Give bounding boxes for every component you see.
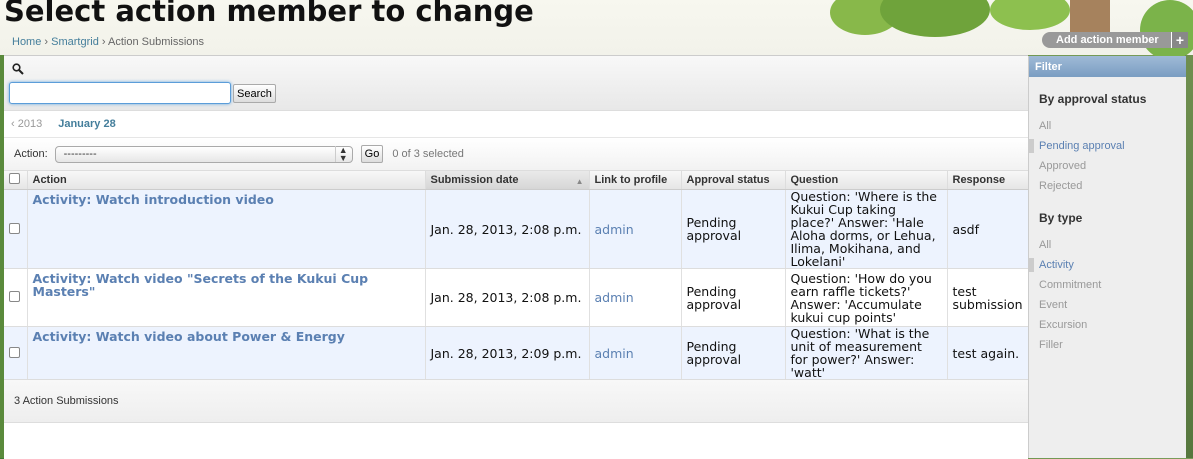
date-cell: Jan. 28, 2013, 2:08 p.m. [425,268,590,327]
date-back-link[interactable]: ‹ 2013 [11,118,42,130]
search-icon [12,63,24,75]
filter-item[interactable]: All [1029,116,1186,136]
column-header[interactable]: Response [947,171,1029,190]
breadcrumb-app[interactable]: Smartgrid [51,36,99,48]
column-header-sorted[interactable]: Submission date ▲ [425,171,590,190]
row-checkbox[interactable] [9,291,20,302]
sort-asc-icon[interactable]: ▲ [576,177,584,186]
column-header[interactable]: Approval status [681,171,786,190]
filter-item-selected[interactable]: Activity [1029,255,1186,275]
action-select-value: --------- [63,148,97,160]
search-toolbar: Search [4,56,1028,111]
breadcrumb-separator: › [44,36,49,48]
filter-item[interactable]: Commitment [1029,275,1186,295]
filter-list-approval: All Pending approval Approved Rejected [1029,116,1186,196]
profile-cell: admin [589,326,682,380]
filter-item[interactable]: Excursion [1029,315,1186,335]
profile-link[interactable]: admin [595,290,634,305]
selection-counter: 0 of 3 selected [392,148,464,160]
date-current: January 28 [58,118,116,130]
decorative-strip [1185,55,1193,458]
response-cell: test again. [947,326,1029,380]
status-cell: Pending approval [681,189,786,269]
filter-item[interactable]: Event [1029,295,1186,315]
status-cell: Pending approval [681,326,786,380]
response-cell: asdf [947,189,1029,269]
date-cell: Jan. 28, 2013, 2:09 p.m. [425,326,590,380]
filter-item[interactable]: Rejected [1029,176,1186,196]
filter-group-heading: By type [1039,211,1083,225]
action-label: Action: [14,148,48,160]
breadcrumb-home[interactable]: Home [12,36,41,48]
add-button-label: Add action member [1056,34,1159,46]
column-header[interactable]: Action [27,171,426,190]
profile-cell: admin [589,268,682,327]
filter-sidebar: Filter By approval status All Pending ap… [1028,56,1186,458]
filter-item[interactable]: All [1029,235,1186,255]
page-title: Select action member to change [4,0,534,28]
filter-title: Filter [1029,56,1186,77]
profile-link[interactable]: admin [595,346,634,361]
action-cell: Activity: Watch introduction video [27,189,426,269]
action-link[interactable]: Activity: Watch introduction video [33,192,274,207]
question-cell: Question: 'What is the unit of measureme… [785,326,948,380]
filter-list-type: All Activity Commitment Event Excursion … [1029,235,1186,355]
row-checkbox[interactable] [9,346,20,358]
table-row: Activity: Watch introduction video Jan. … [4,189,1029,269]
table-row: Activity: Watch video "Secrets of the Ku… [4,268,1029,327]
changelist: Search ‹ 2013 January 28 Action: -------… [4,55,1029,459]
breadcrumb: Home › Smartgrid › Action Submissions [12,36,204,48]
result-count: 3 Action Submissions [4,380,1028,423]
table-header-row: Action Submission date ▲ Link to profile… [4,171,1029,190]
filter-item[interactable]: Filler [1029,335,1186,355]
response-cell: test submission [947,268,1029,327]
select-all-cell [4,171,28,190]
action-link[interactable]: Activity: Watch video about Power & Ener… [33,329,345,344]
action-link[interactable]: Activity: Watch video "Secrets of the Ku… [33,271,369,299]
column-header[interactable]: Question [785,171,948,190]
results-table: Action Submission date ▲ Link to profile… [4,171,1029,380]
profile-cell: admin [589,189,682,269]
go-button[interactable]: Go [360,145,384,163]
breadcrumb-separator: › [101,36,106,48]
action-cell: Activity: Watch video "Secrets of the Ku… [27,268,426,327]
row-select-cell [4,268,28,327]
plus-icon: + [1171,32,1188,48]
add-action-member-button[interactable]: Add action member + [1042,32,1188,48]
filter-group-heading: By approval status [1039,92,1147,106]
column-header[interactable]: Link to profile [589,171,682,190]
select-arrows-icon: ▲ ▼ [334,146,348,163]
actions-bar: Action: --------- ▲ ▼ Go 0 of 3 selected [4,138,1028,171]
decorative-foliage [1140,0,1193,60]
select-all-checkbox[interactable] [9,173,20,184]
action-cell: Activity: Watch video about Power & Ener… [27,326,426,380]
column-header-label: Submission date [430,174,519,186]
status-cell: Pending approval [681,268,786,327]
decorative-trunk [1070,0,1110,32]
date-hierarchy: ‹ 2013 January 28 [4,111,1028,138]
table-row: Activity: Watch video about Power & Ener… [4,326,1029,380]
search-input[interactable] [9,82,231,104]
action-select[interactable]: --------- ▲ ▼ [54,145,353,163]
question-cell: Question: 'Where is the Kukui Cup taking… [785,189,948,269]
row-select-cell [4,326,28,380]
row-select-cell [4,189,28,269]
date-cell: Jan. 28, 2013, 2:08 p.m. [425,189,590,269]
question-cell: Question: 'How do you earn raffle ticket… [785,268,948,327]
row-checkbox[interactable] [9,222,20,234]
profile-link[interactable]: admin [595,222,634,237]
breadcrumb-current: Action Submissions [108,36,205,48]
filter-item-selected[interactable]: Pending approval [1029,136,1186,156]
filter-item[interactable]: Approved [1029,156,1186,176]
search-button[interactable]: Search [233,84,276,103]
